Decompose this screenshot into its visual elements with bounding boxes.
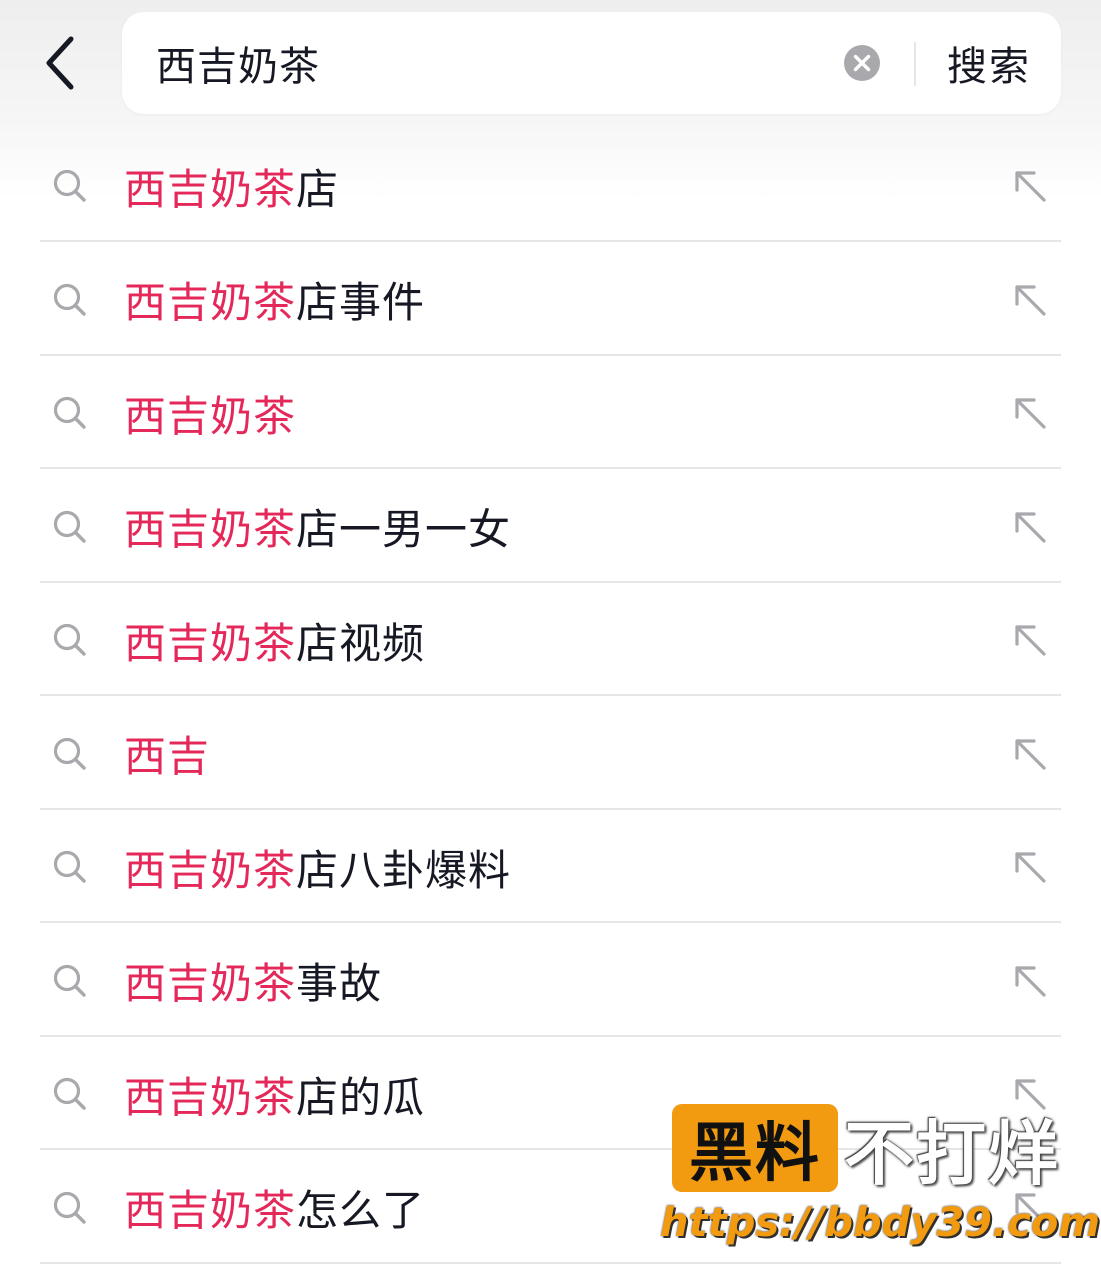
row-separator — [40, 1148, 1061, 1150]
suggestion-item[interactable]: 西吉 — [40, 698, 1061, 810]
suggestion-item[interactable]: 西吉奶茶 店一男一女 — [40, 471, 1061, 583]
suggestion-item[interactable]: 西吉奶茶 店八卦爆料 — [40, 811, 1061, 923]
arrow-up-left-icon[interactable] — [1012, 963, 1048, 999]
suggestion-text: 西吉奶茶 — [124, 357, 296, 469]
search-icon — [53, 169, 86, 202]
arrow-up-left-icon[interactable] — [1012, 622, 1048, 658]
suggestion-highlight: 西吉 — [124, 732, 211, 781]
search-header: 搜索 — [0, 0, 1101, 130]
suggestion-rest: 事故 — [296, 959, 383, 1008]
search-icon — [53, 396, 86, 429]
suggestion-rest: 店八卦爆料 — [296, 845, 512, 895]
chevron-left-icon — [46, 36, 74, 90]
suggestion-text: 西吉奶茶 店八卦爆料 — [124, 811, 511, 923]
arrow-up-left-icon[interactable] — [1012, 395, 1048, 431]
clear-circle-icon[interactable] — [844, 45, 880, 81]
arrow-up-left-icon[interactable] — [1012, 736, 1048, 772]
search-divider — [914, 42, 916, 86]
search-icon — [53, 737, 86, 770]
suggestion-item[interactable]: 西吉奶茶 怎么了 — [40, 1152, 1061, 1264]
search-input[interactable] — [156, 12, 796, 114]
suggestion-highlight: 西吉奶茶 — [124, 845, 297, 895]
search-button[interactable]: 搜索 — [934, 12, 1044, 114]
row-separator — [40, 921, 1061, 923]
suggestion-highlight: 西吉奶茶 — [124, 1186, 297, 1235]
search-icon — [53, 850, 86, 883]
suggestion-text: 西吉 — [124, 698, 210, 810]
suggestion-item[interactable]: 西吉奶茶 事故 — [40, 925, 1061, 1037]
row-separator — [40, 1261, 1061, 1264]
suggestion-highlight: 西吉奶茶 — [124, 505, 297, 554]
arrow-up-left-icon[interactable] — [1012, 509, 1048, 545]
arrow-up-left-icon[interactable] — [1012, 1076, 1048, 1112]
arrow-up-left-icon[interactable] — [1012, 1190, 1048, 1226]
row-separator — [40, 580, 1061, 583]
suggestion-rest: 店一男一女 — [296, 505, 512, 554]
row-separator — [40, 694, 1061, 696]
suggestion-text: 西吉奶茶 店一男一女 — [124, 471, 511, 583]
suggestion-highlight: 西吉奶茶 — [124, 1072, 297, 1122]
search-icon — [53, 964, 86, 997]
suggestion-highlight: 西吉奶茶 — [124, 164, 297, 214]
suggestion-item[interactable]: 西吉奶茶店 — [40, 130, 1061, 242]
suggestion-text: 西吉奶茶店 — [124, 130, 339, 242]
suggestion-text: 西吉奶茶 店的瓜 — [124, 1038, 425, 1150]
arrow-up-left-icon[interactable] — [1012, 168, 1048, 204]
suggestion-rest: 店 — [296, 164, 340, 214]
search-icon — [53, 283, 86, 316]
arrow-up-left-icon[interactable] — [1012, 282, 1048, 318]
search-icon — [53, 510, 86, 543]
suggestion-highlight: 西吉奶茶 — [124, 278, 297, 327]
suggestion-item[interactable]: 西吉奶茶 — [40, 357, 1061, 469]
row-separator — [40, 240, 1061, 242]
suggestion-rest: 店事件 — [296, 278, 426, 327]
search-icon — [53, 623, 86, 656]
suggestion-rest: 怎么了 — [296, 1186, 426, 1235]
suggestion-item[interactable]: 西吉奶茶 店的瓜 — [40, 1038, 1061, 1150]
search-icon — [53, 1077, 86, 1110]
suggestion-highlight: 西吉奶茶 — [124, 391, 297, 441]
arrow-up-left-icon[interactable] — [1012, 849, 1048, 885]
row-separator — [40, 467, 1061, 469]
suggestion-highlight: 西吉奶茶 — [124, 618, 297, 668]
suggestion-text: 西吉奶茶 怎么了 — [124, 1152, 425, 1264]
search-box: 搜索 — [122, 12, 1061, 114]
suggestion-highlight: 西吉奶茶 — [124, 959, 297, 1008]
suggestion-text: 西吉奶茶 店事件 — [124, 244, 425, 356]
suggestion-rest: 店视频 — [296, 618, 426, 668]
suggestion-item[interactable]: 西吉奶茶 店事件 — [40, 244, 1061, 356]
suggestion-item[interactable]: 西吉奶茶 店视频 — [40, 584, 1061, 696]
suggestion-text: 西吉奶茶 事故 — [124, 925, 382, 1037]
back-button[interactable] — [30, 30, 90, 96]
row-separator — [40, 807, 1061, 810]
suggestion-text: 西吉奶茶 店视频 — [124, 584, 425, 696]
suggestion-rest: 店的瓜 — [296, 1072, 426, 1122]
row-separator — [40, 353, 1061, 356]
row-separator — [40, 1034, 1061, 1037]
search-icon — [53, 1191, 86, 1224]
